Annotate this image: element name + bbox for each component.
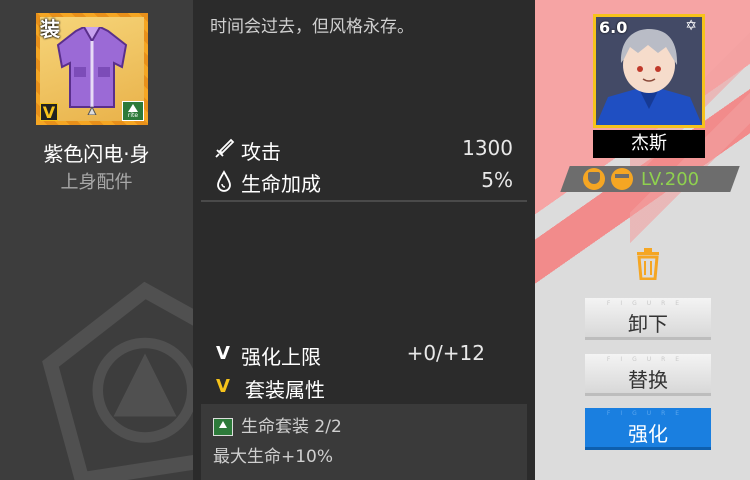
replace-button[interactable]: FIGURE 替换 [585,354,711,396]
level-row: LV.200 [583,166,699,192]
enhance-limit-label: 强化上限 [241,345,321,369]
button-watermark: FIGURE [606,410,690,417]
unequip-button[interactable]: FIGURE 卸下 [585,298,711,340]
stat-value: 5% [481,168,513,192]
stat-label: 生命加成 [241,172,321,196]
stat-row-attack: 攻击 1300 [213,134,513,164]
character-panel: 6.0 ✡ 杰斯 LV.200 FIGURE 卸下 FIGURE 替换 FIGU… [535,0,750,480]
equipped-tag: 装 [40,17,60,41]
character-portrait[interactable]: 6.0 ✡ [593,14,705,128]
character-name: 杰斯 [593,130,705,158]
brand-mini-icon [213,418,233,436]
button-watermark: FIGURE [606,356,690,363]
sword-icon [215,138,235,158]
set-bonus-label: 套装属性 [245,378,325,402]
set-name: 生命套装 2/2 [241,417,342,437]
set-bonus-row: V 套装属性 [213,372,513,403]
rarity-badge: V [40,103,58,122]
brand-triangle-icon [128,104,138,112]
shield-icon [583,168,605,190]
stat-row-hp-bonus: 生命加成 5% [213,166,513,196]
item-icon-frame[interactable]: 装 V rite [36,13,148,125]
star-icon: ✡ [685,18,697,34]
item-name: 紫色闪电·身 [43,142,150,166]
trash-icon[interactable] [633,248,663,280]
brand-badge: rite [122,101,144,121]
button-watermark: FIGURE [606,300,690,307]
character-level: LV.200 [641,168,700,190]
background-emblem [42,281,193,480]
stat-label: 攻击 [241,140,281,164]
character-rating: 6.0 [599,18,628,37]
jacket-icon [56,27,128,115]
divider [201,200,527,202]
droplet-icon [217,170,231,192]
replace-label: 替换 [628,368,668,392]
enhance-button[interactable]: FIGURE 强化 [585,408,711,450]
set-effect: 最大生命+10% [213,447,334,467]
enhance-label: 强化 [628,422,668,446]
v-rank-gold-icon: V [216,376,230,397]
item-description: 时间会过去，但风格永存。 [210,17,414,37]
enhance-limit-row: V 强化上限 +0/+12 [213,339,513,369]
set-name-row: 生命套装 2/2 [213,412,342,437]
unequip-label: 卸下 [628,312,668,336]
enhance-limit-value: +0/+12 [406,341,485,365]
item-panel: 装 V rite 紫色闪电·身 上身配件 [0,0,193,480]
item-slot: 上身配件 [60,172,133,193]
set-bonus-box: 生命套装 2/2 最大生命+10% [201,404,527,480]
brand-badge-text: rite [127,112,139,119]
item-details-panel: 时间会过去，但风格永存。 攻击 1300 生命加成 5% V 强化上限 +0/+… [193,0,535,480]
hammer-icon [611,168,633,190]
v-rank-icon: V [216,343,230,364]
stat-value: 1300 [462,136,513,160]
